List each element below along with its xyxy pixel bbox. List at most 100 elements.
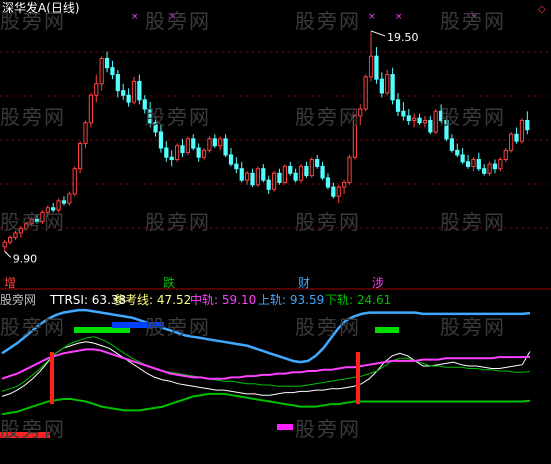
- indicator-mid-value: 中轨: 59.10: [190, 293, 257, 307]
- candle-up: [368, 55, 374, 78]
- candle-up: [94, 83, 99, 96]
- candle-up: [298, 165, 304, 181]
- watermark: 股旁网: [295, 417, 361, 441]
- candle-up: [88, 94, 94, 124]
- candle-up: [99, 58, 104, 85]
- candle-down: [476, 159, 481, 170]
- indicator-lower-value: 下轨: 24.61: [325, 293, 392, 307]
- low-marker-line: [4, 250, 12, 258]
- candle-up: [245, 172, 250, 181]
- candle-down: [191, 138, 196, 149]
- candle-up: [72, 168, 77, 195]
- watermark: 股旁网: [145, 9, 211, 33]
- candle-down: [331, 186, 336, 197]
- watermark: 股旁网: [0, 105, 66, 129]
- candle-down: [137, 80, 142, 101]
- watermark: 股旁网: [145, 315, 211, 339]
- candle-up: [2, 241, 7, 248]
- candle-down: [390, 74, 395, 101]
- candle-up: [309, 159, 314, 177]
- candle-down: [180, 145, 185, 154]
- event-marker-involve[interactable]: 涉: [372, 276, 384, 290]
- watermark: 股旁网: [145, 210, 211, 234]
- candle-down: [293, 172, 298, 181]
- low-price-label: 9.90: [13, 252, 38, 265]
- event-marker-fall[interactable]: 跌: [163, 276, 175, 290]
- high-marker-line: [370, 30, 386, 37]
- chart-stage: 19.50 9.90 × × × × × ◇ 深华发A(日线) 增 跌 财 涉 股旁网 TTR…: [0, 0, 551, 460]
- candle-up: [83, 122, 88, 144]
- candle-up: [201, 149, 207, 158]
- candle-down: [379, 78, 384, 94]
- candle-down: [288, 165, 293, 174]
- watermark: 股旁网: [440, 9, 506, 33]
- candle-down: [449, 138, 454, 151]
- candle-down: [460, 154, 465, 163]
- candle-down: [315, 159, 320, 167]
- candle-up: [78, 142, 83, 170]
- candle-up: [471, 159, 476, 167]
- candle-down: [320, 165, 325, 179]
- watermark: 股旁网: [440, 210, 506, 234]
- candle-up: [519, 119, 525, 142]
- candle-down: [261, 168, 266, 181]
- watermark: 股旁网: [0, 315, 66, 339]
- candle-down: [223, 138, 228, 156]
- candle-up: [282, 165, 287, 183]
- event-marker-increase[interactable]: 增: [4, 276, 16, 290]
- watermark: 股旁网: [295, 210, 361, 234]
- candle-down: [234, 163, 239, 170]
- event-marker-finance[interactable]: 财: [298, 276, 310, 290]
- candle-down: [304, 165, 309, 177]
- candle-up: [336, 186, 341, 197]
- indicator-upper-value: 上轨: 93.59: [258, 293, 325, 307]
- candle-down: [525, 119, 530, 131]
- candle-up: [347, 156, 352, 183]
- indicator-series-line: [1, 392, 531, 416]
- candle-down: [277, 172, 282, 183]
- watermark: 股旁网: [145, 105, 211, 129]
- candle-up: [7, 237, 13, 243]
- watermark: 股旁网: [440, 105, 506, 129]
- highlight-box-green: [375, 327, 399, 333]
- indicator-ref-value: 参考线: 47.52: [113, 293, 192, 307]
- signal-x-marker: ×: [131, 12, 139, 22]
- candle-up: [498, 159, 503, 170]
- watermark: 股旁网: [295, 315, 361, 339]
- signal-x-marker: ×: [395, 12, 403, 22]
- candle-down: [121, 90, 126, 96]
- candle-down: [239, 168, 244, 181]
- indicator-name: 股旁网: [0, 293, 37, 307]
- high-price-label: 19.50: [387, 31, 419, 44]
- candle-up: [509, 133, 514, 151]
- candle-down: [325, 177, 331, 188]
- candle-down: [428, 119, 433, 133]
- candle-down: [455, 149, 460, 156]
- signal-x-marker: ×: [368, 12, 376, 22]
- candle-up: [363, 76, 368, 110]
- candle-down: [266, 179, 271, 190]
- candle-up: [412, 117, 417, 121]
- watermark: 股旁网: [440, 315, 506, 339]
- watermark: 股旁网: [295, 105, 361, 129]
- watermark: 股旁网: [0, 9, 66, 33]
- candle-up: [487, 163, 492, 174]
- candle-down: [395, 99, 401, 112]
- candle-up: [433, 110, 438, 133]
- candle-down: [115, 74, 120, 92]
- watermark: 股旁网: [0, 417, 66, 441]
- indicator-series-line: [1, 336, 531, 392]
- candle-up: [271, 172, 277, 190]
- candle-down: [406, 115, 411, 121]
- watermark: 股旁网: [0, 210, 66, 234]
- candle-up: [255, 168, 261, 186]
- candle-down: [374, 55, 379, 80]
- candle-down: [158, 131, 164, 149]
- candle-down: [164, 147, 169, 158]
- buy-signal-bar: [50, 352, 54, 404]
- watermark: 股旁网: [295, 9, 361, 33]
- candle-down: [514, 133, 519, 142]
- diamond-marker: ◇: [538, 4, 546, 15]
- candle-up: [218, 138, 223, 147]
- candle-down: [492, 163, 498, 170]
